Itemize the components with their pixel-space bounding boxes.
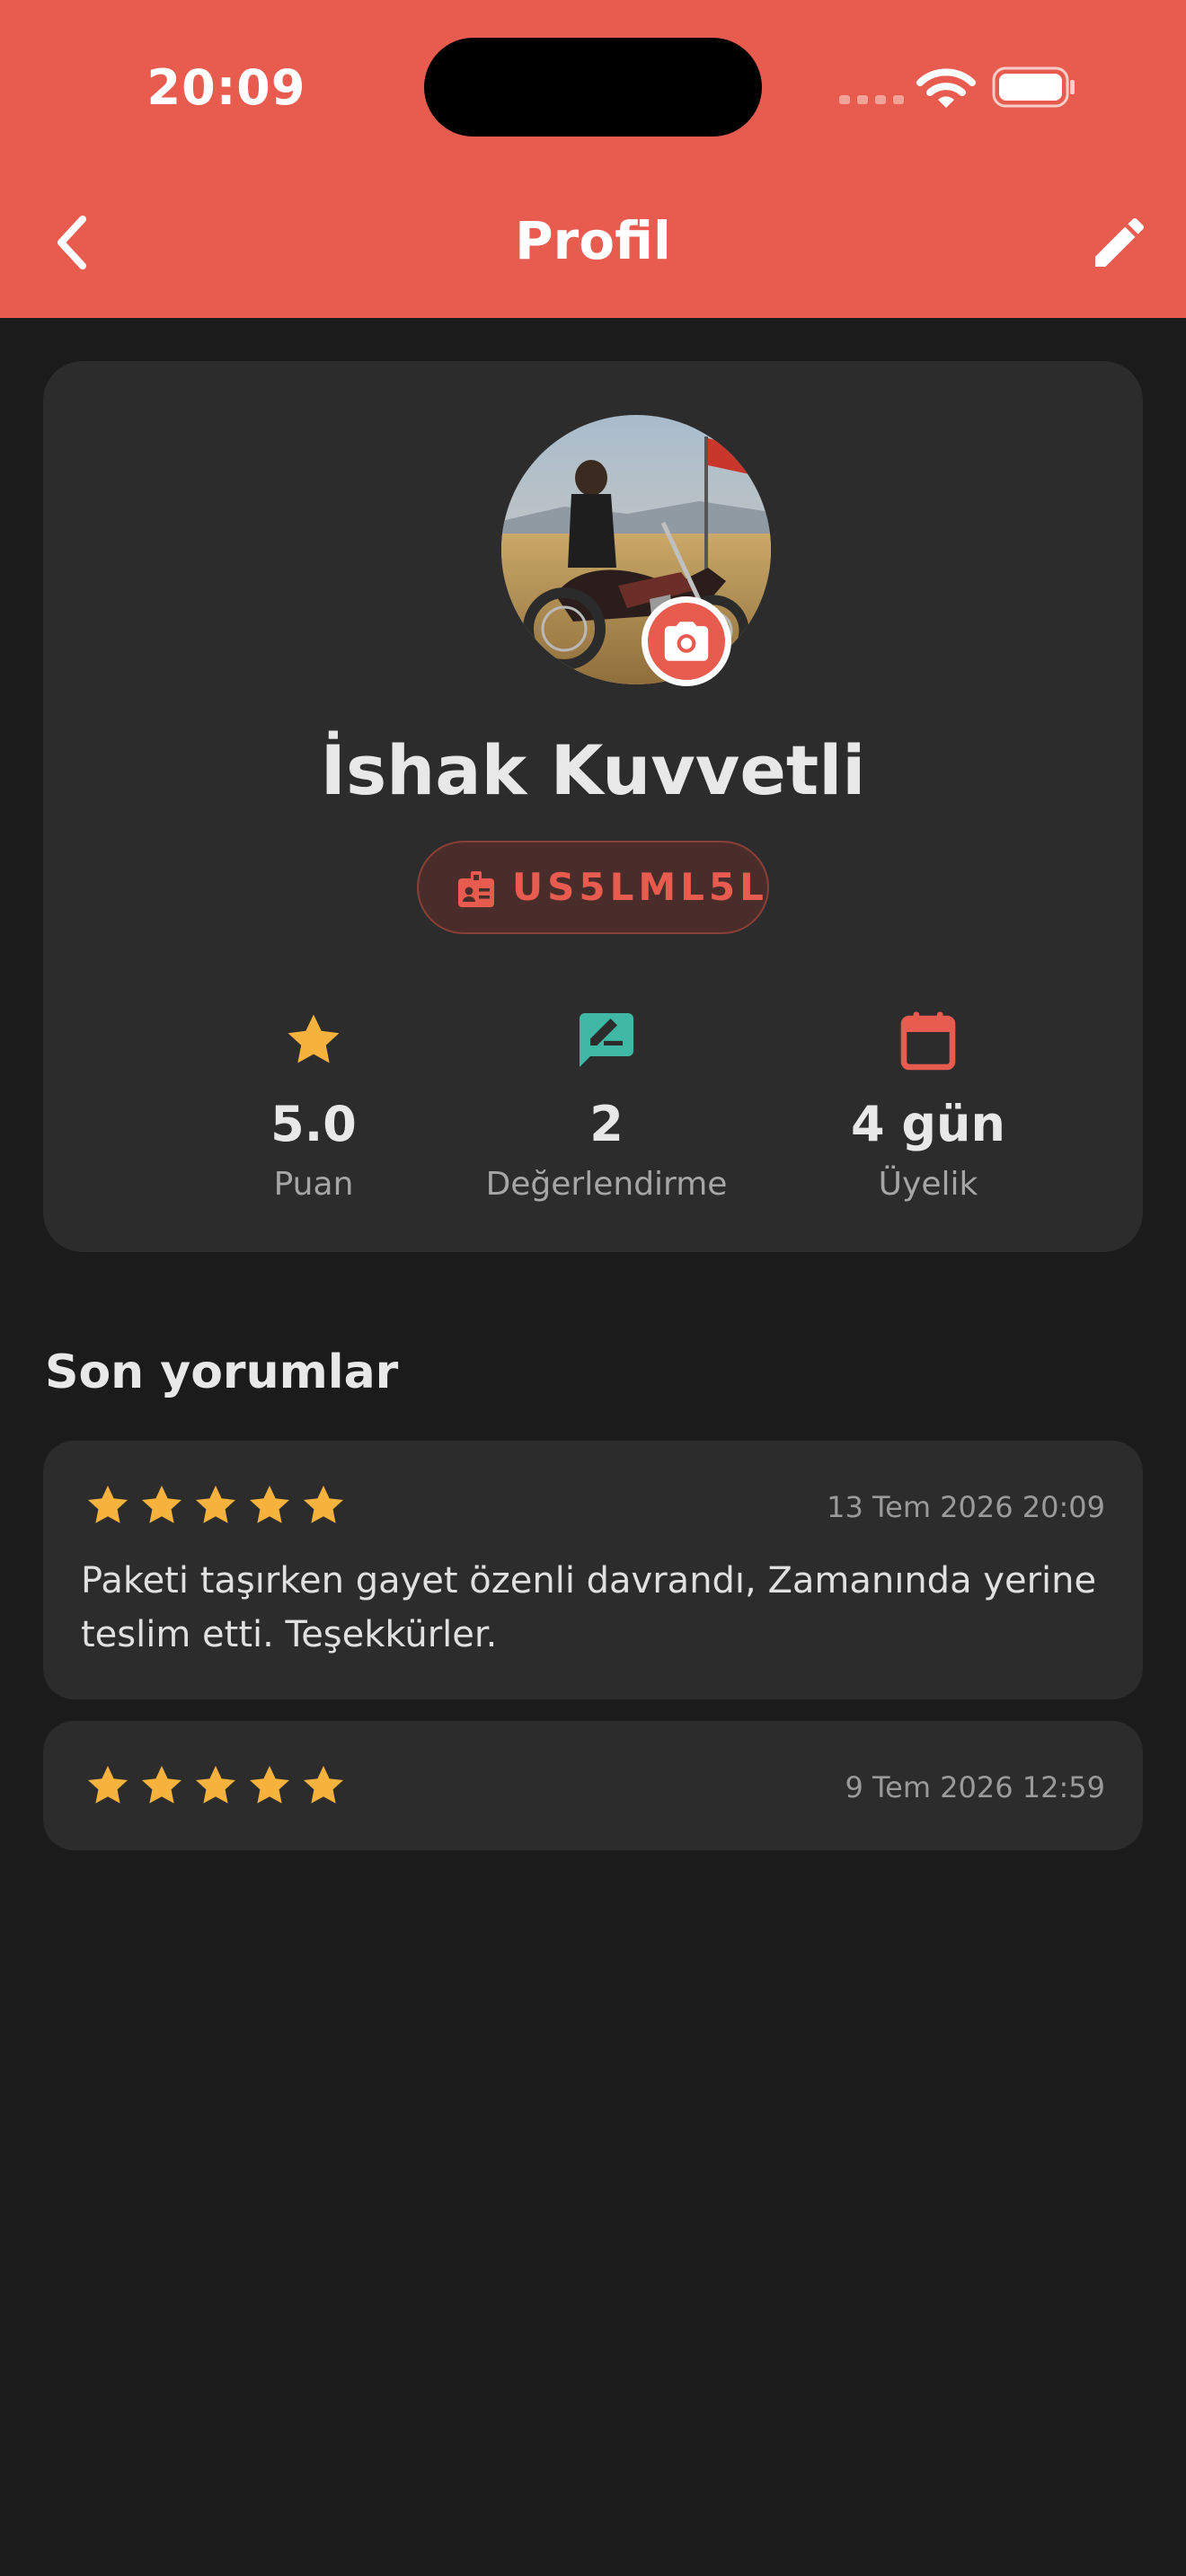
membership-value: 4 gün [851, 1096, 1005, 1152]
back-button[interactable] [47, 205, 104, 280]
star-icon [304, 1766, 343, 1804]
rating-stars [88, 1486, 343, 1523]
review-card[interactable]: 13 Tem 2026 20:09 Paketi taşırken gayet … [43, 1441, 1143, 1699]
rate-review-icon [580, 1013, 633, 1067]
stat-reviews: 2 Değerlendirme [427, 1008, 786, 1214]
star-icon [142, 1486, 181, 1523]
dynamic-island [424, 38, 762, 137]
user-code: US5LML5L [512, 865, 768, 909]
star-icon [304, 1486, 343, 1523]
recent-reviews-title: Son yorumlar [45, 1345, 399, 1399]
star-icon [250, 1486, 289, 1523]
battery-icon [992, 66, 1075, 108]
profile-card: İshak Kuvvetli US5LML5L 5.0 Puan 2 Değer… [43, 361, 1143, 1252]
review-count-label: Değerlendirme [485, 1166, 728, 1203]
app-header: 20:09 Profil [0, 0, 1186, 318]
star-icon [288, 1014, 340, 1063]
cellular-signal-icon [839, 95, 904, 104]
review-count-value: 2 [589, 1096, 624, 1152]
badge-id-icon [458, 871, 494, 907]
wifi-icon [916, 68, 976, 108]
edit-profile-button[interactable] [1087, 210, 1152, 275]
rating-label: Puan [273, 1166, 354, 1203]
star-icon [88, 1766, 128, 1804]
review-card[interactable]: 9 Tem 2026 12:59 [43, 1721, 1143, 1850]
star-icon [196, 1486, 235, 1523]
star-icon [250, 1766, 289, 1804]
status-time: 20:09 [146, 59, 306, 116]
membership-label: Üyelik [878, 1166, 978, 1203]
user-name: İshak Kuvvetli [320, 730, 866, 810]
rating-value: 5.0 [270, 1096, 357, 1152]
rating-stars [88, 1766, 343, 1804]
calendar-icon [900, 1011, 956, 1071]
page-title: Profil [515, 210, 671, 271]
star-icon [88, 1486, 128, 1523]
camera-icon [664, 622, 709, 661]
stat-rating: 5.0 Puan [179, 1008, 448, 1214]
review-date: 9 Tem 2026 12:59 [845, 1770, 1106, 1804]
review-text: Paketi taşırken gayet özenli davrandı, Z… [81, 1560, 1097, 1655]
review-date: 13 Tem 2026 20:09 [827, 1490, 1105, 1524]
change-photo-button[interactable] [642, 596, 731, 686]
star-icon [196, 1766, 235, 1804]
star-icon [142, 1766, 181, 1804]
stat-membership: 4 gün Üyelik [748, 1008, 1108, 1214]
user-code-badge[interactable]: US5LML5L [417, 841, 769, 934]
